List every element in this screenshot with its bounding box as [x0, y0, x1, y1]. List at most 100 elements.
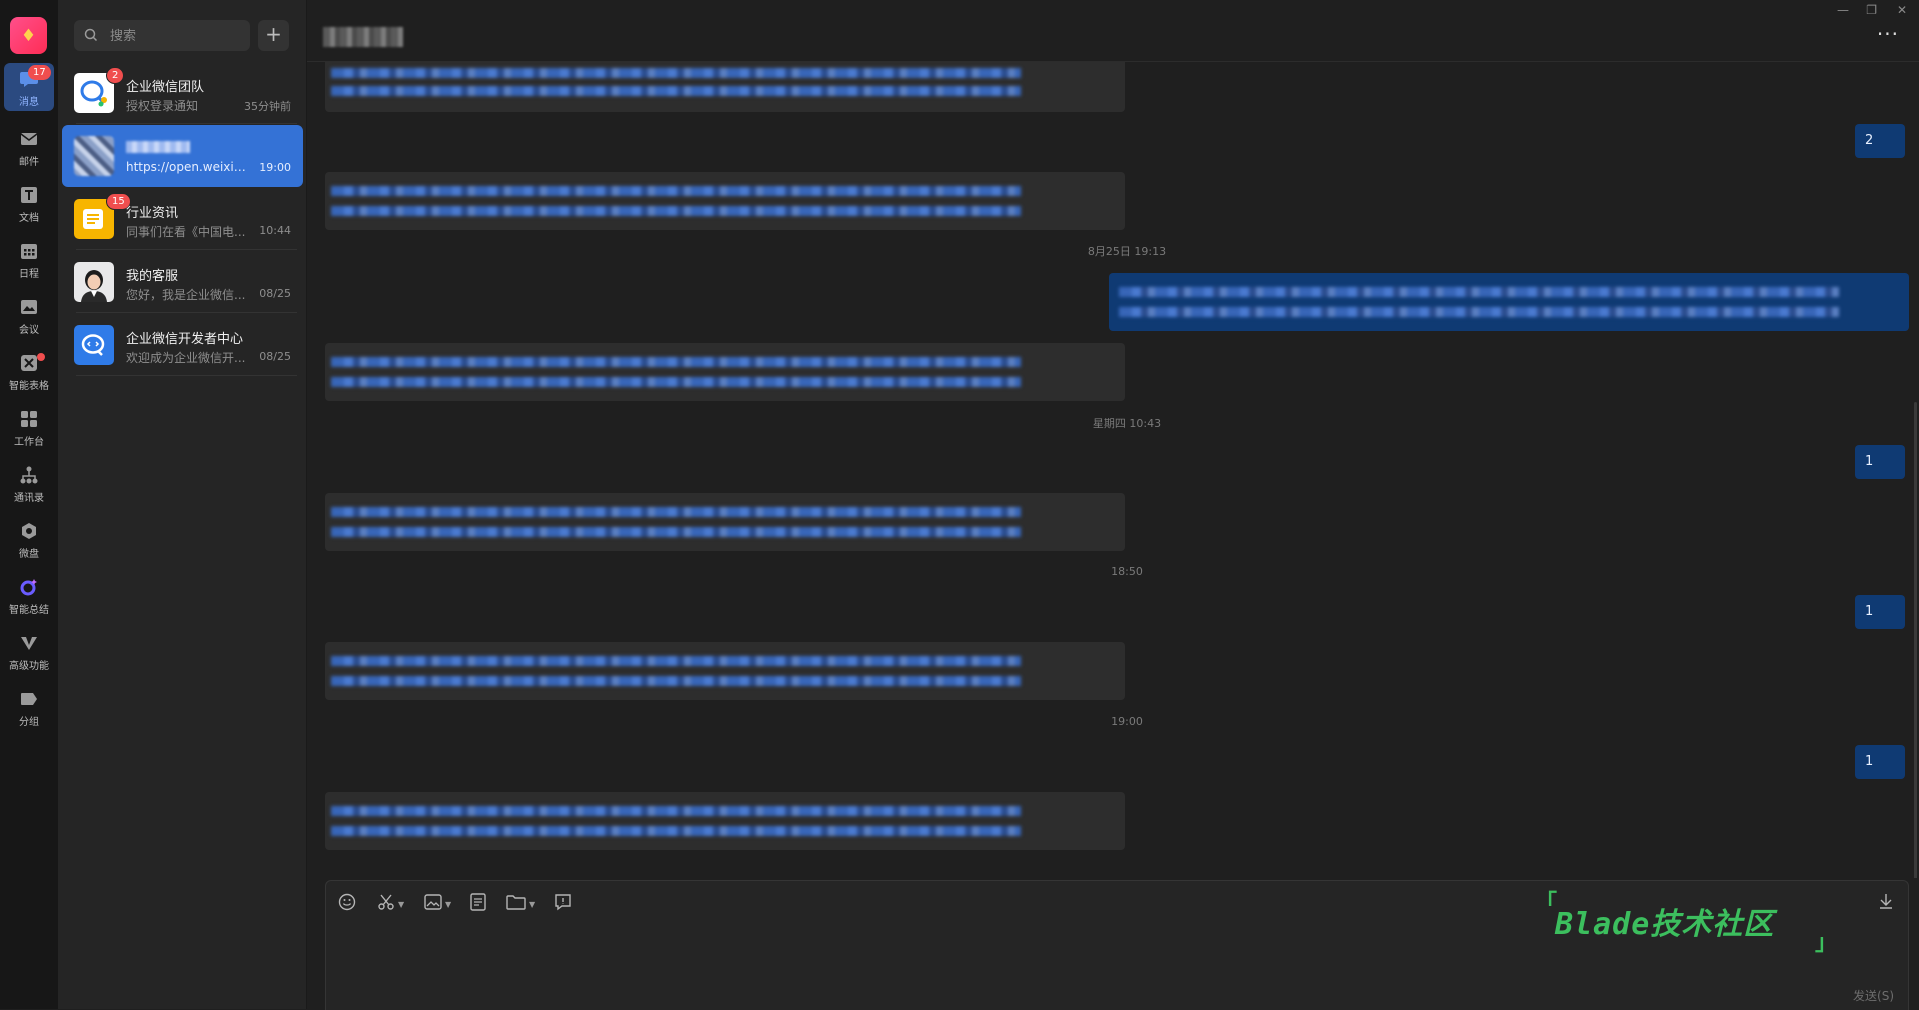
nav-mail[interactable]: 邮件 — [4, 123, 54, 171]
nav-ai-summary-label: 智能总结 — [9, 605, 49, 616]
navigation-rail: ♦ 17 消息 邮件 文档 日程 会议 智能表格 工作台 通讯录 微盘 智能总结… — [0, 0, 58, 1009]
divider — [76, 123, 297, 124]
chevron-down-icon: ▼ — [445, 899, 452, 909]
unread-badge: 2 — [106, 67, 125, 84]
emoji-icon — [338, 893, 356, 915]
meeting-icon — [18, 296, 40, 318]
conversation-preview: 您好，我是企业微信... — [126, 288, 246, 302]
outgoing-message-blurred[interactable] — [1109, 273, 1909, 331]
file-button[interactable]: ▼ — [506, 893, 535, 915]
incoming-message-blurred[interactable] — [325, 343, 1125, 401]
minimize-button[interactable]: — — [1837, 3, 1849, 17]
nav-mail-label: 邮件 — [19, 157, 39, 168]
contacts-icon — [18, 464, 40, 486]
conversation-preview: 授权登录通知 — [126, 99, 199, 113]
message-area[interactable]: 2 8月25日 19:13 星期四 10:43 1 18:50 1 19:00 … — [307, 62, 1919, 878]
nav-meeting[interactable]: 会议 — [4, 291, 54, 339]
customer-service-avatar — [74, 262, 114, 302]
add-button[interactable]: + — [258, 20, 289, 51]
advanced-features-icon — [18, 632, 40, 654]
image-icon — [424, 894, 442, 914]
blurred-text-line — [331, 676, 1021, 686]
conversation-item[interactable]: 2 企业微信团队 授权登录通知 35分钟前 — [62, 62, 303, 124]
incoming-message-blurred[interactable] — [325, 62, 1125, 112]
app-logo[interactable]: ♦ — [10, 17, 47, 54]
chevron-down-icon: ▼ — [529, 899, 536, 909]
send-button[interactable]: 发送(S) — [1853, 987, 1894, 1004]
incoming-message-blurred[interactable] — [325, 642, 1125, 700]
conversation-preview: 欢迎成为企业微信开... — [126, 351, 246, 365]
nav-contacts[interactable]: 通讯录 — [4, 459, 54, 507]
nav-workbench[interactable]: 工作台 — [4, 403, 54, 451]
nav-groups-label: 分组 — [19, 717, 39, 728]
quick-reply-button[interactable] — [554, 893, 572, 915]
pixelated-avatar — [74, 136, 114, 176]
nav-workbench-label: 工作台 — [14, 437, 44, 448]
scrollbar[interactable] — [1914, 402, 1917, 878]
divider — [76, 375, 297, 376]
nav-advanced-features[interactable]: 高级功能 — [4, 627, 54, 675]
outgoing-message[interactable]: 1 — [1855, 445, 1905, 479]
blurred-text-line — [1119, 307, 1839, 317]
blurred-text-line — [331, 826, 1021, 836]
chat-header: — ❐ ✕ ··· — [307, 0, 1919, 62]
conversation-time: 08/25 — [259, 350, 291, 363]
flame-icon: ♦ — [20, 25, 37, 46]
nav-advanced-features-label: 高级功能 — [9, 661, 49, 672]
nav-smart-sheet[interactable]: 智能表格 — [4, 347, 54, 395]
conversation-item[interactable]: 我的客服 您好，我是企业微信... 08/25 — [62, 251, 303, 313]
nav-drive[interactable]: 微盘 — [4, 515, 54, 563]
developer-center-avatar — [74, 325, 114, 365]
emoji-button[interactable] — [338, 893, 356, 915]
restore-button[interactable]: ❐ — [1866, 3, 1877, 17]
nav-groups[interactable]: 分组 — [4, 683, 54, 731]
conversation-time: 19:00 — [259, 161, 291, 174]
outgoing-message[interactable]: 1 — [1855, 745, 1905, 779]
watermark-open-bracket: 「 — [1535, 891, 1558, 916]
conversation-time: 10:44 — [259, 224, 291, 237]
conversation-time: 08/25 — [259, 287, 291, 300]
nav-ai-summary[interactable]: 智能总结 — [4, 571, 54, 619]
conversation-item[interactable]: 企业微信开发者中心 欢迎成为企业微信开... 08/25 — [62, 314, 303, 376]
conversation-title: 行业资讯 — [126, 206, 179, 221]
conversation-title-blurred — [126, 141, 190, 153]
nav-calendar-label: 日程 — [19, 269, 39, 280]
scroll-to-bottom-button[interactable] — [1878, 893, 1894, 913]
nav-messages[interactable]: 17 消息 — [4, 63, 54, 111]
folder-icon — [506, 894, 526, 914]
nav-docs[interactable]: 文档 — [4, 179, 54, 227]
nav-calendar[interactable]: 日程 — [4, 235, 54, 283]
blurred-text-line — [331, 357, 1021, 367]
nav-messages-badge: 17 — [28, 65, 51, 80]
blurred-text-line — [331, 527, 1021, 537]
incoming-message-blurred[interactable] — [325, 493, 1125, 551]
close-button[interactable]: ✕ — [1897, 3, 1907, 17]
timestamp: 18:50 — [1111, 565, 1143, 578]
conversation-preview: 同事们在看《中国电... — [126, 225, 246, 239]
nav-messages-label: 消息 — [19, 97, 39, 108]
note-button[interactable] — [470, 893, 486, 915]
conversation-item-active[interactable]: https://open.weixin.... 19:00 — [62, 125, 303, 187]
conversation-list-panel: + 2 企业微信团队 授权登录通知 35分钟前 https://open.wei… — [58, 0, 307, 1009]
conversation-item[interactable]: 15 行业资讯 同事们在看《中国电... 10:44 — [62, 188, 303, 250]
outgoing-message[interactable]: 1 — [1855, 595, 1905, 629]
divider — [76, 249, 297, 250]
blurred-text-line — [1119, 287, 1839, 297]
incoming-message-blurred[interactable] — [325, 172, 1125, 230]
search-box[interactable] — [74, 20, 250, 53]
incoming-message-blurred[interactable] — [325, 792, 1125, 850]
ai-summary-icon — [18, 576, 40, 598]
message-icon — [554, 893, 572, 915]
screenshot-button[interactable]: ▼ — [377, 893, 404, 915]
nav-smart-sheet-label: 智能表格 — [9, 381, 49, 392]
blurred-text-line — [331, 86, 1021, 96]
note-icon — [470, 893, 486, 915]
calendar-icon — [18, 240, 40, 262]
outgoing-message[interactable]: 2 — [1855, 124, 1905, 158]
nav-docs-label: 文档 — [19, 213, 39, 224]
more-options-button[interactable]: ··· — [1877, 22, 1899, 46]
chevron-down-icon: ▼ — [398, 899, 405, 909]
search-input[interactable] — [108, 20, 242, 53]
image-button[interactable]: ▼ — [424, 893, 451, 915]
conversation-title: 企业微信团队 — [126, 80, 205, 95]
